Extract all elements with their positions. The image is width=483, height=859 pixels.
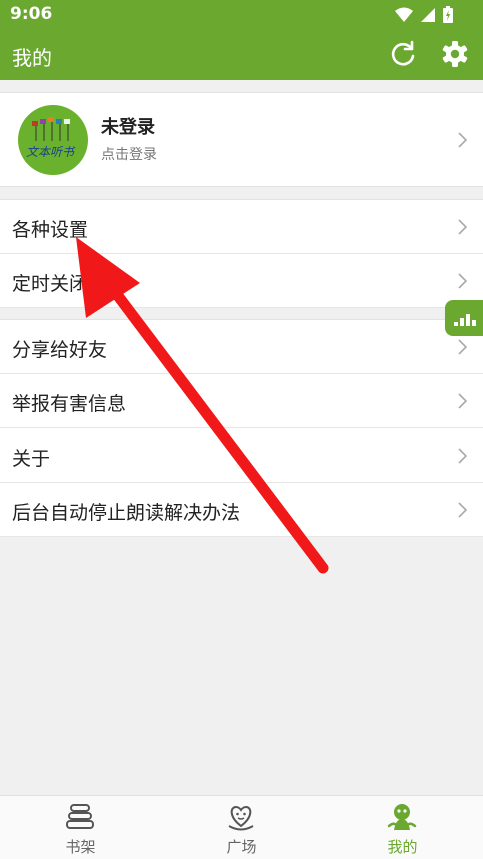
- battery-icon: [443, 6, 453, 23]
- menu-item-label: 后台自动停止朗读解决办法: [12, 502, 241, 524]
- profile-login-hint: 点击登录: [101, 147, 157, 163]
- menu-item-about[interactable]: 关于: [0, 429, 483, 483]
- profile-mascot-icon: [387, 804, 417, 830]
- chevron-right-icon: [458, 502, 467, 518]
- profile-name: 未登录: [101, 117, 155, 138]
- menu-item-label: 分享给好友: [12, 339, 108, 361]
- bookshelf-icon: [66, 804, 94, 829]
- menu-item-background-stop-help[interactable]: 后台自动停止朗读解决办法: [0, 483, 483, 537]
- gear-icon[interactable]: [440, 39, 470, 69]
- status-icons: [395, 6, 453, 23]
- menu-item-label: 关于: [12, 448, 51, 470]
- nav-tab-bookshelf[interactable]: 书架: [0, 796, 161, 859]
- menu-item-settings[interactable]: 各种设置: [0, 200, 483, 254]
- signal-icon: [421, 7, 435, 22]
- logo-text: 文本听书: [26, 145, 75, 159]
- plaza-heart-icon: [228, 805, 254, 831]
- avatar: 文本听书: [18, 105, 88, 175]
- menu-item-label: 各种设置: [12, 219, 89, 241]
- nav-tab-me[interactable]: 我的: [322, 796, 483, 859]
- profile-card[interactable]: 文本听书 未登录 点击登录: [0, 92, 483, 187]
- app-logo-icon: [32, 117, 70, 141]
- nav-tab-label: 我的: [387, 838, 418, 856]
- floating-player-button[interactable]: [445, 300, 483, 336]
- chevron-right-icon: [458, 132, 467, 148]
- chevron-right-icon: [458, 273, 467, 289]
- chevron-right-icon: [458, 219, 467, 235]
- menu-item-label: 定时关闭: [12, 273, 89, 295]
- menu-group-settings: 各种设置 定时关闭: [0, 199, 483, 308]
- menu-item-share[interactable]: 分享给好友: [0, 320, 483, 374]
- nav-tab-label: 书架: [65, 838, 96, 856]
- chevron-right-icon: [458, 393, 467, 409]
- status-time: 9:06: [10, 4, 53, 24]
- nav-tab-label: 广场: [226, 838, 257, 856]
- app-bar: 我的: [0, 30, 483, 80]
- bottom-nav: 书架 广场 我的: [0, 795, 483, 859]
- equalizer-icon: [454, 314, 476, 326]
- status-bar: 9:06: [0, 0, 483, 30]
- menu-item-report[interactable]: 举报有害信息: [0, 374, 483, 428]
- page-title: 我的: [12, 46, 52, 70]
- chevron-right-icon: [458, 448, 467, 464]
- menu-group-info: 分享给好友 举报有害信息 关于 后台自动停止朗读解决办法: [0, 319, 483, 537]
- refresh-icon[interactable]: [388, 39, 418, 69]
- chevron-right-icon: [458, 339, 467, 355]
- menu-item-timer-close[interactable]: 定时关闭: [0, 254, 483, 308]
- nav-tab-plaza[interactable]: 广场: [161, 796, 322, 859]
- menu-item-label: 举报有害信息: [12, 393, 127, 415]
- wifi-icon: [395, 7, 413, 22]
